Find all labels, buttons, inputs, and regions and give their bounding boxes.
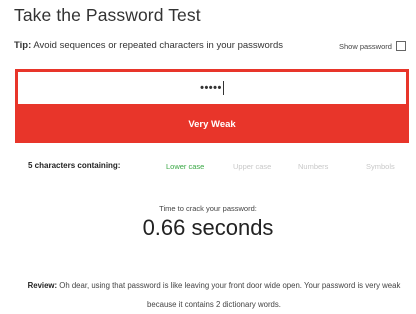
page-title: Take the Password Test (14, 5, 201, 25)
criteria-symbols: Symbols (366, 162, 395, 171)
password-strength-box: ••••• Very Weak (15, 69, 409, 143)
password-dots: ••••• (200, 82, 222, 94)
tip-text: Avoid sequences or repeated characters i… (33, 40, 283, 51)
tip-label: Tip: (14, 40, 32, 51)
text-caret (222, 81, 224, 95)
show-password-checkbox[interactable] (395, 41, 406, 51)
strength-label: Very Weak (188, 119, 236, 130)
review-text: Review: Oh dear, using that password is … (27, 276, 401, 314)
criteria-lower-case: Lower case (166, 162, 205, 171)
review-label: Review: (27, 281, 58, 290)
password-input[interactable]: ••••• (18, 72, 406, 104)
criteria-numbers: Numbers (298, 162, 329, 171)
crack-time-label: Time to crack your password: (159, 204, 257, 213)
review-body: Oh dear, using that password is like lea… (59, 281, 401, 309)
character-count-label: 5 characters containing: (28, 161, 121, 170)
criteria-upper-case: Upper case (233, 162, 272, 171)
show-password-toggle[interactable]: Show password (339, 41, 406, 51)
criteria-row: 5 characters containing: Lower case Uppe… (28, 161, 402, 175)
show-password-label: Show password (339, 41, 392, 51)
crack-time-value: 0.66 seconds (142, 215, 274, 240)
